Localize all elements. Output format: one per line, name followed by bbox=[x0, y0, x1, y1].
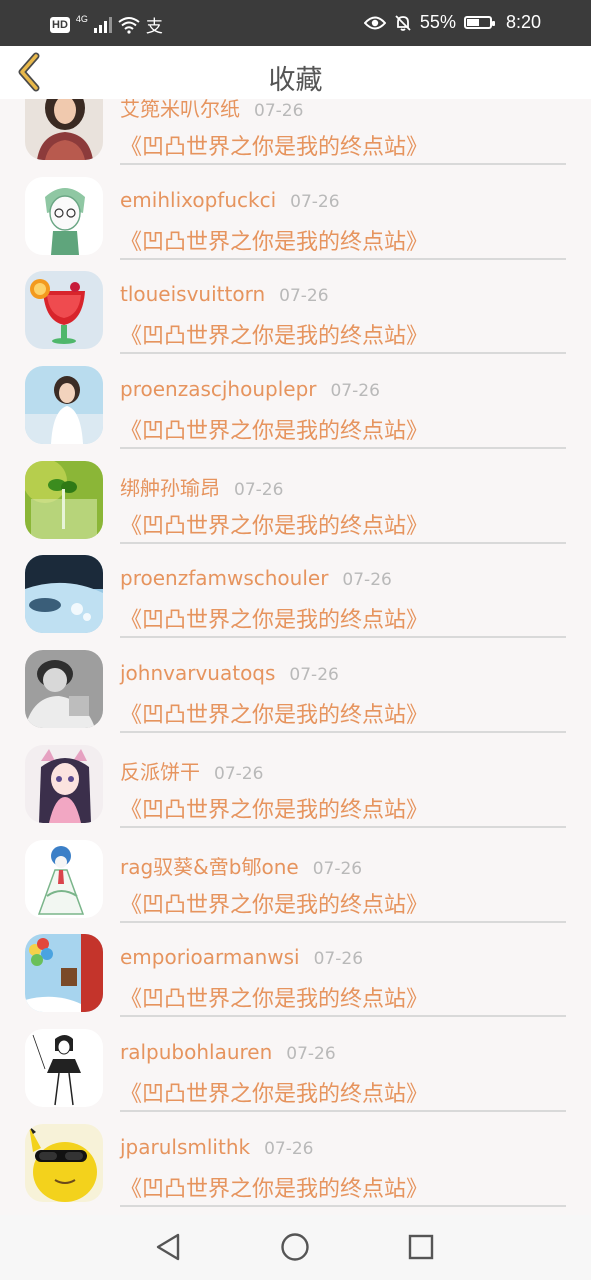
avatar[interactable] bbox=[25, 839, 103, 918]
avatar[interactable] bbox=[25, 366, 103, 445]
triangle-back-icon bbox=[156, 1233, 180, 1261]
name-line: proenzfamwschouler 07-26 bbox=[120, 566, 392, 590]
name-line: rag驭葵&啻b郇one 07-26 bbox=[120, 851, 362, 880]
favorite-item[interactable]: proenzascjhouplepr 07-26 《凹凸世界之你是我的终点站》 bbox=[0, 351, 591, 450]
user-name: proenzascjhouplepr bbox=[120, 377, 317, 402]
avatar[interactable] bbox=[25, 1028, 103, 1107]
name-line: jparulsmlithk 07-26 bbox=[120, 1135, 313, 1159]
status-left: HD 4G 支 bbox=[50, 12, 163, 37]
eye-icon bbox=[363, 16, 386, 29]
hd-badge: HD bbox=[50, 16, 70, 33]
name-line: ralpubohlauren 07-26 bbox=[120, 1040, 336, 1064]
favorite-item[interactable]: emihlixopfuckci 07-26 《凹凸世界之你是我的终点站》 bbox=[0, 162, 591, 260]
work-title[interactable]: 《凹凸世界之你是我的终点站》 bbox=[120, 318, 428, 350]
name-line: proenzascjhouplepr 07-26 bbox=[120, 377, 380, 401]
battery-icon bbox=[463, 16, 495, 29]
status-right: 55% 8:20 bbox=[363, 12, 541, 33]
page-title: 收藏 bbox=[268, 65, 323, 96]
avatar[interactable] bbox=[25, 271, 103, 350]
work-title[interactable]: 《凹凸世界之你是我的终点站》 bbox=[120, 792, 428, 824]
user-name: 反派饼干 bbox=[120, 759, 200, 784]
work-title[interactable]: 《凹凸世界之你是我的终点站》 bbox=[120, 697, 428, 729]
favorite-item[interactable]: jparulsmlithk 07-26 《凹凸世界之你是我的终点站》 bbox=[0, 1109, 591, 1207]
user-name: 艾篼米叭尔纸 bbox=[120, 99, 240, 121]
name-line: emihlixopfuckci 07-26 bbox=[120, 188, 340, 212]
avatar[interactable] bbox=[25, 650, 103, 729]
work-title[interactable]: 《凹凸世界之你是我的终点站》 bbox=[120, 981, 428, 1013]
user-name: emporioarmanwsi bbox=[120, 945, 300, 970]
name-line: 绑舯孙瑜昂 07-26 bbox=[120, 472, 283, 501]
avatar[interactable] bbox=[25, 934, 103, 1013]
favorite-date: 07-26 bbox=[330, 381, 380, 402]
work-title[interactable]: 《凹凸世界之你是我的终点站》 bbox=[120, 413, 428, 445]
favorite-item[interactable]: johnvarvuatoqs 07-26 《凹凸世界之你是我的终点站》 bbox=[0, 635, 591, 734]
user-name: ralpubohlauren bbox=[120, 1039, 273, 1064]
favorite-date: 07-26 bbox=[214, 763, 264, 784]
bell-muted-icon bbox=[395, 14, 411, 31]
user-name: emihlixopfuckci bbox=[120, 187, 277, 212]
favorite-item[interactable]: rag驭葵&啻b郇one 07-26 《凹凸世界之你是我的终点站》 bbox=[0, 825, 591, 923]
avatar[interactable] bbox=[25, 744, 103, 823]
user-name: jparulsmlithk bbox=[120, 1134, 251, 1159]
work-title[interactable]: 《凹凸世界之你是我的终点站》 bbox=[120, 887, 428, 919]
nav-home-button[interactable] bbox=[278, 1230, 312, 1264]
name-line: emporioarmanwsi 07-26 bbox=[120, 945, 363, 969]
favorite-item[interactable]: ralpubohlauren 07-26 《凹凸世界之你是我的终点站》 bbox=[0, 1014, 591, 1112]
user-name: 绑舯孙瑜昂 bbox=[120, 475, 220, 500]
favorite-date: 07-26 bbox=[254, 101, 304, 121]
avatar[interactable] bbox=[25, 460, 103, 539]
status-bar: HD 4G 支 55% 8:20 bbox=[0, 0, 591, 46]
signal-icon bbox=[93, 16, 112, 33]
favorite-date: 07-26 bbox=[342, 570, 392, 591]
avatar[interactable] bbox=[25, 1123, 103, 1202]
name-line: tloueisvuittorn 07-26 bbox=[120, 282, 329, 306]
battery-percent: 55% bbox=[419, 12, 456, 32]
favorite-item[interactable]: 绑舯孙瑜昂 07-26 《凹凸世界之你是我的终点站》 bbox=[0, 446, 591, 544]
work-title[interactable]: 《凹凸世界之你是我的终点站》 bbox=[120, 1171, 428, 1203]
name-line: 艾篼米叭尔纸 07-26 bbox=[120, 99, 303, 122]
favorites-list[interactable]: 艾篼米叭尔纸 07-26 《凹凸世界之你是我的终点站》 emihlixopfuckci… bbox=[0, 99, 591, 1215]
network-type: 4G bbox=[75, 13, 88, 24]
alipay-icon: 支 bbox=[145, 17, 163, 36]
work-title[interactable]: 《凹凸世界之你是我的终点站》 bbox=[120, 508, 428, 540]
work-title[interactable]: 《凹凸世界之你是我的终点站》 bbox=[120, 129, 428, 161]
favorite-date: 07-26 bbox=[289, 665, 339, 686]
favorite-date: 07-26 bbox=[312, 858, 363, 879]
name-line: johnvarvuatoqs 07-26 bbox=[120, 661, 339, 685]
avatar[interactable] bbox=[25, 176, 103, 255]
favorite-date: 07-26 bbox=[264, 1138, 314, 1159]
nav-recents-button[interactable] bbox=[404, 1230, 438, 1264]
favorite-date: 07-26 bbox=[290, 191, 340, 212]
favorite-item[interactable]: proenzfamwschouler 07-26 《凹凸世界之你是我的终点站》 bbox=[0, 540, 591, 639]
wifi-icon bbox=[118, 16, 140, 34]
favorite-date: 07-26 bbox=[286, 1043, 336, 1064]
work-title[interactable]: 《凹凸世界之你是我的终点站》 bbox=[120, 1076, 428, 1108]
user-name: rag驭葵&啻b郇one bbox=[120, 854, 299, 879]
work-title[interactable]: 《凹凸世界之你是我的终点站》 bbox=[120, 224, 428, 256]
user-name: johnvarvuatoqs bbox=[120, 661, 276, 686]
circle-home-icon bbox=[281, 1233, 309, 1261]
square-recents-icon bbox=[408, 1234, 434, 1260]
favorite-date: 07-26 bbox=[313, 949, 364, 970]
favorite-item[interactable]: emporioarmanwsi 07-26 《凹凸世界之你是我的终点站》 bbox=[0, 919, 591, 1018]
name-line: 反派饼干 07-26 bbox=[120, 756, 263, 785]
system-nav-bar bbox=[0, 1215, 591, 1280]
avatar[interactable] bbox=[25, 555, 103, 634]
nav-back-button[interactable] bbox=[152, 1230, 186, 1264]
work-title[interactable]: 《凹凸世界之你是我的终点站》 bbox=[120, 602, 428, 634]
favorite-item[interactable]: 艾篼米叭尔纸 07-26 《凹凸世界之你是我的终点站》 bbox=[0, 99, 591, 165]
row-divider bbox=[120, 1204, 566, 1207]
user-name: tloueisvuittorn bbox=[120, 282, 266, 307]
favorite-date: 07-26 bbox=[234, 479, 284, 500]
favorite-item[interactable]: 反派饼干 07-26 《凹凸世界之你是我的终点站》 bbox=[0, 730, 591, 828]
favorite-date: 07-26 bbox=[279, 286, 329, 307]
user-name: proenzfamwschouler bbox=[120, 566, 329, 591]
avatar[interactable] bbox=[25, 99, 103, 160]
favorite-item[interactable]: tloueisvuittorn 07-26 《凹凸世界之你是我的终点站》 bbox=[0, 256, 591, 355]
title-bar: 收藏 bbox=[0, 46, 591, 99]
clock: 8:20 bbox=[505, 12, 541, 32]
